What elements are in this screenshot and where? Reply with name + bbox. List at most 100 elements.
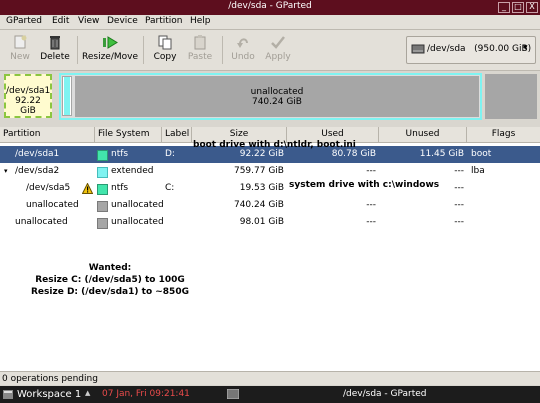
toolbar-separator [143,36,144,64]
row-fs: unallocated [111,200,164,210]
col-unused[interactable]: Unused [379,127,467,142]
graph-unalloc-label: unallocated [250,87,304,97]
menu-bar: GParted Edit View Device Partition Help [0,15,540,30]
clock: 07 Jan, Fri 09:21:41 [102,389,190,399]
menu-device[interactable]: Device [107,16,138,26]
menu-partition[interactable]: Partition [145,16,183,26]
col-label[interactable]: Label [162,127,192,142]
annotation-sda5-note: system drive with c:\windows [289,180,440,190]
menu-edit[interactable]: Edit [52,16,69,26]
graph-unalloc-size: 740.24 GiB [251,97,302,107]
close-button[interactable]: X [526,2,538,13]
graph-unallocated-2[interactable] [485,74,537,119]
menu-gparted[interactable]: GParted [6,16,42,26]
col-flags[interactable]: Flags [467,127,540,142]
apply-button[interactable]: Apply [264,34,292,62]
row-unused: --- [454,166,464,176]
row-size: 759.77 GiB [233,166,284,176]
fs-color-swatch [97,184,108,195]
row-label: C: [165,183,175,193]
row-size: 740.24 GiB [233,200,284,210]
row-partition: /dev/sda2 [15,166,60,176]
wanted-title: Wanted: [88,263,132,273]
fs-color-swatch [97,167,108,178]
delete-icon [47,34,63,50]
col-partition[interactable]: Partition [0,127,95,142]
new-icon [12,34,28,50]
undo-button[interactable]: Undo [230,34,256,62]
table-row[interactable]: /dev/sda5 ntfs C: 19.53 GiB --- [0,180,540,197]
fs-color-swatch [97,150,108,161]
taskbar-window-item[interactable]: /dev/sda - GParted [343,389,427,399]
fs-color-swatch [97,201,108,212]
workspace-arrow-icon[interactable]: ▲ [85,389,90,397]
row-fs: unallocated [111,217,164,227]
row-unused: 11.45 GiB [419,149,464,159]
expander-down-icon[interactable]: ▾ [4,163,8,180]
taskbar: Workspace 1 ▲ 07 Jan, Fri 09:21:41 /dev/… [0,386,540,403]
row-partition: /dev/sda1 [15,149,60,159]
annotation-sda1-note: boot drive with d:\ntldr, boot.ini [193,140,356,150]
delete-button[interactable]: Delete [38,34,72,62]
row-flags: lba [471,166,485,176]
status-bar: 0 operations pending [0,371,540,385]
undo-icon [235,34,251,50]
row-size: 19.53 GiB [239,183,284,193]
paste-button[interactable]: Paste [186,34,214,62]
paste-label: Paste [187,52,213,62]
delete-label: Delete [40,52,70,62]
warning-icon [82,183,93,194]
device-selector[interactable]: /dev/sda (950.00 GiB) ▾ [406,36,536,64]
row-unused: --- [454,217,464,227]
graph-sda1-name: /dev/sda1 [6,86,51,96]
menu-view[interactable]: View [78,16,99,26]
partition-table: /dev/sda1 ntfs D: 92.22 GiB 80.78 GiB 11… [0,143,540,371]
row-fs: ntfs [111,149,129,159]
workspace-switcher[interactable]: Workspace 1 [17,389,81,400]
toolbar-separator [77,36,78,64]
table-row[interactable]: ▾ /dev/sda2 extended 759.77 GiB --- --- … [0,163,540,180]
row-fs: ntfs [111,183,129,193]
maximize-button[interactable]: □ [512,2,524,13]
menu-icon[interactable] [3,390,13,399]
window-icon [227,389,239,399]
graph-partition-sda1[interactable]: /dev/sda1 92.22 GiB [4,74,52,118]
copy-button[interactable]: Copy [152,34,178,62]
copy-icon [157,34,173,50]
device-label: /dev/sda (950.00 GiB) [427,44,532,54]
toolbar-separator [222,36,223,64]
row-used: --- [366,217,376,227]
table-row[interactable]: unallocated unallocated 98.01 GiB --- --… [0,214,540,231]
undo-label: Undo [231,52,255,62]
title-bar: /dev/sda - GParted _ □ X [0,0,540,15]
row-partition: unallocated [26,200,79,210]
apply-icon [270,34,286,50]
row-label: D: [165,149,175,159]
wanted-line1: Resize C: (/dev/sda5) to 100G [35,275,185,285]
row-size: 98.01 GiB [239,217,284,227]
menu-help[interactable]: Help [190,16,211,26]
col-filesystem[interactable]: File System [95,127,162,142]
new-button[interactable]: New [8,34,32,62]
chevron-down-icon: ▾ [523,43,528,53]
row-partition: /dev/sda5 [26,183,71,193]
table-row[interactable]: unallocated unallocated 740.24 GiB --- -… [0,197,540,214]
disk-icon [411,44,425,54]
new-label: New [10,52,30,62]
graph-unallocated-1[interactable]: unallocated 740.24 GiB [75,76,479,117]
row-used: --- [366,200,376,210]
row-used: --- [366,166,376,176]
minimize-button[interactable]: _ [498,2,510,13]
resize-move-button[interactable]: Resize/Move [82,34,138,62]
row-flags: boot [471,149,492,159]
resize-move-label: Resize/Move [82,52,139,62]
row-partition: unallocated [15,217,68,227]
window-title: /dev/sda - GParted [228,1,312,11]
copy-label: Copy [153,52,177,62]
row-unused: --- [454,200,464,210]
graph-partition-sda5[interactable] [64,77,70,115]
annotation-wanted: Wanted: Resize C: (/dev/sda5) to 100G Re… [20,262,200,298]
wanted-line2: Resize D: (/dev/sda1) to ~850G [31,287,189,297]
graph-sda1-size: 92.22 GiB [15,96,41,116]
resize-move-icon [102,34,118,50]
